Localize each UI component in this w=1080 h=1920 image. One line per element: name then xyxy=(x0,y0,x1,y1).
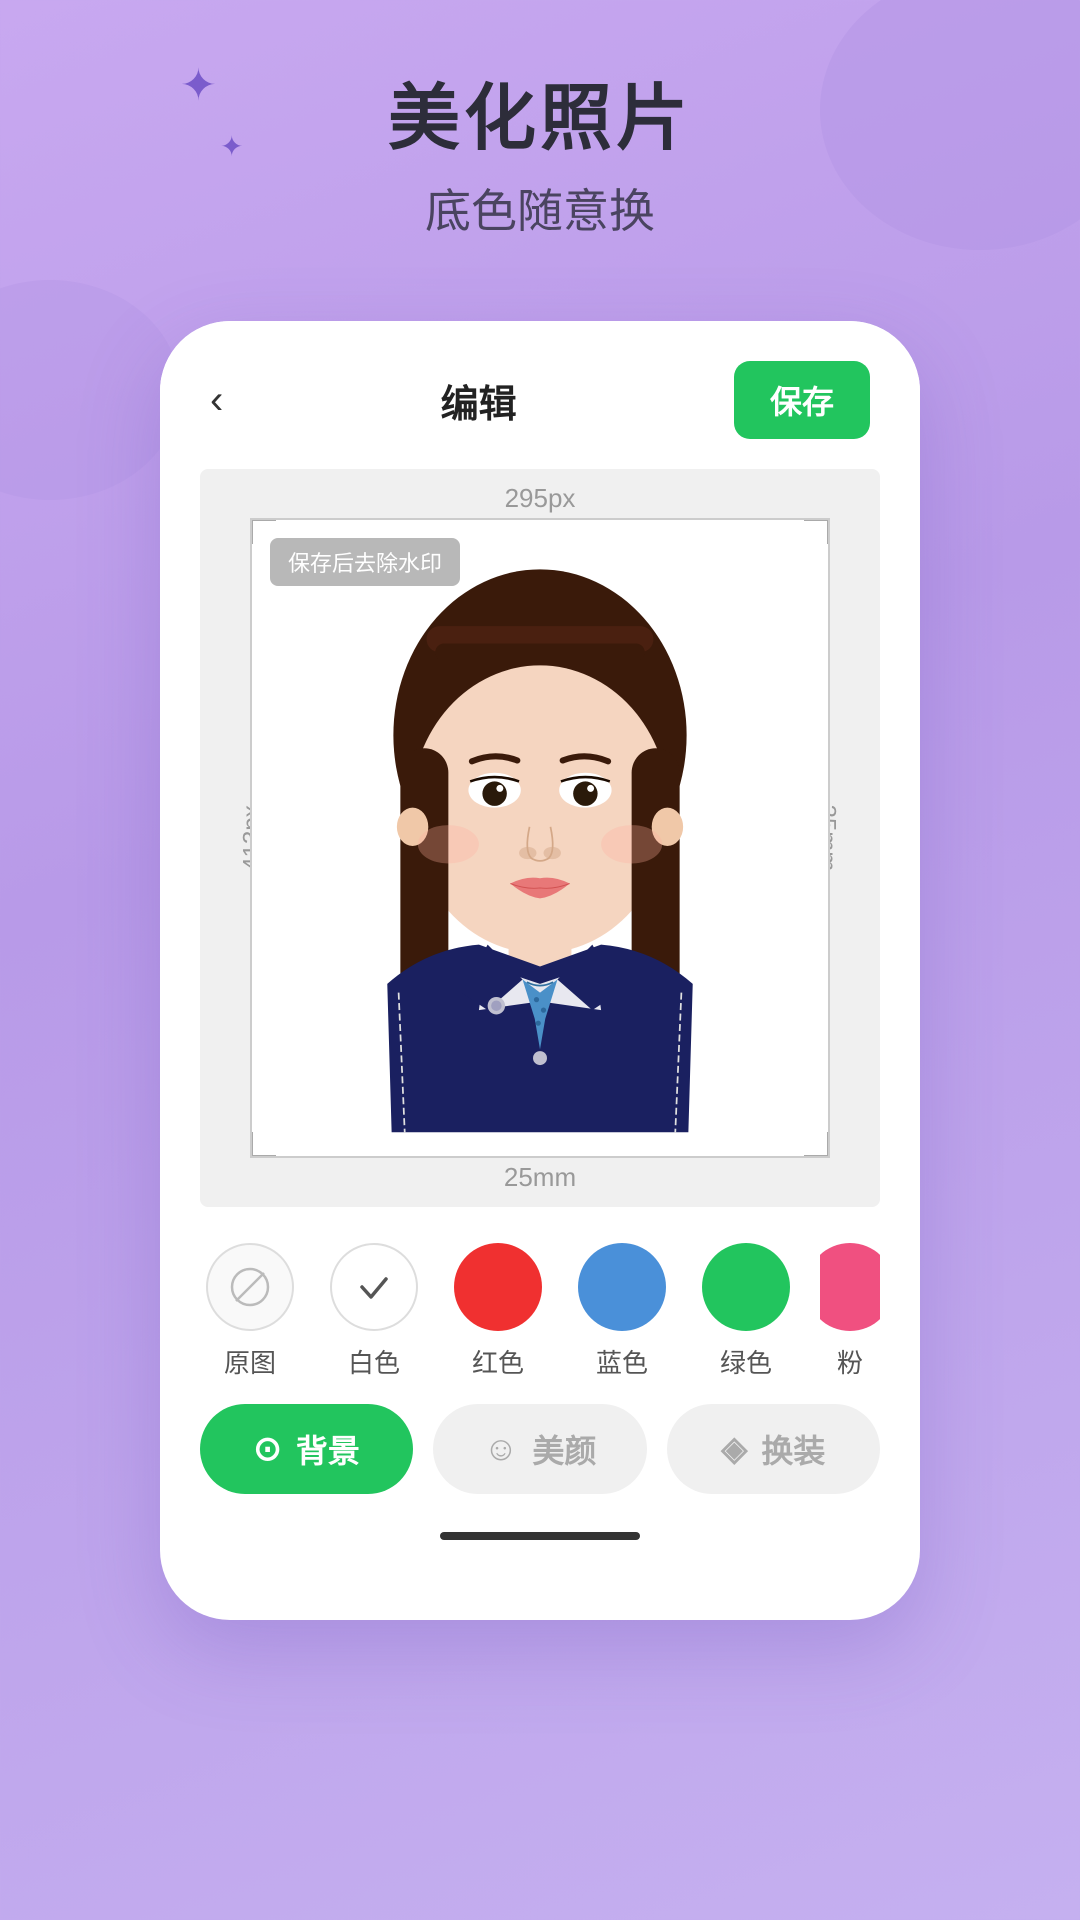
header-section: ✦ ✦ 美化照片 底色随意换 xyxy=(0,0,1080,241)
color-circle-original[interactable] xyxy=(206,1243,294,1331)
tab-beauty[interactable]: ☺ 美颜 xyxy=(433,1404,646,1494)
tab-outfit[interactable]: ◈ 换装 xyxy=(667,1404,880,1494)
dim-top-label: 295px xyxy=(200,469,880,518)
sparkle-icon-1: ✦ xyxy=(180,60,217,111)
color-options-row: 原图 白色 红色 蓝色 xyxy=(200,1243,880,1380)
color-circle-pink[interactable] xyxy=(820,1243,880,1331)
color-circle-white[interactable] xyxy=(330,1243,418,1331)
tab-background[interactable]: ⊙ 背景 xyxy=(200,1404,413,1494)
color-label-blue: 蓝色 xyxy=(596,1343,648,1380)
page-subtitle: 底色随意换 xyxy=(0,175,1080,241)
color-option-red[interactable]: 红色 xyxy=(448,1243,548,1380)
color-options-section: 原图 白色 红色 蓝色 xyxy=(160,1207,920,1404)
tab-background-label: 背景 xyxy=(296,1426,360,1472)
dim-bottom-label: 25mm xyxy=(200,1158,880,1207)
corner-tr xyxy=(804,518,830,544)
photo-canvas: 295px 413px 35mm 保存后去除水印 xyxy=(200,469,880,1207)
color-label-red: 红色 xyxy=(472,1343,524,1380)
corner-bl xyxy=(250,1132,276,1158)
check-icon xyxy=(354,1267,394,1307)
color-label-original: 原图 xyxy=(224,1343,276,1380)
bg-blob-mid-left xyxy=(0,280,180,500)
color-option-blue[interactable]: 蓝色 xyxy=(572,1243,672,1380)
person-svg xyxy=(252,550,828,1156)
tab-beauty-label: 美颜 xyxy=(532,1426,596,1472)
topbar-title: 编辑 xyxy=(441,373,517,428)
photo-frame: 保存后去除水印 xyxy=(250,518,830,1158)
page-title: 美化照片 xyxy=(0,80,1080,159)
photo-frame-outer: 413px 35mm 保存后去除水印 xyxy=(250,518,830,1158)
color-label-white: 白色 xyxy=(348,1343,400,1380)
back-button[interactable]: ‹ xyxy=(210,378,223,423)
color-option-pink[interactable]: 粉 xyxy=(820,1243,880,1380)
bottom-tabs: ⊙ 背景 ☺ 美颜 ◈ 换装 xyxy=(160,1404,920,1514)
color-option-original[interactable]: 原图 xyxy=(200,1243,300,1380)
color-option-white[interactable]: 白色 xyxy=(324,1243,424,1380)
outfit-tab-icon: ◈ xyxy=(721,1429,747,1469)
person-photo xyxy=(252,520,828,1156)
color-label-pink: 粉 xyxy=(837,1343,863,1380)
save-button[interactable]: 保存 xyxy=(734,361,870,439)
phone-home-indicator xyxy=(440,1532,640,1540)
phone-mockup: ‹ 编辑 保存 295px 413px 35mm 保存后去除水印 xyxy=(160,321,920,1620)
phone-topbar: ‹ 编辑 保存 xyxy=(160,321,920,459)
tab-outfit-label: 换装 xyxy=(761,1426,825,1472)
background-tab-icon: ⊙ xyxy=(253,1429,282,1469)
color-circle-blue[interactable] xyxy=(578,1243,666,1331)
color-circle-red[interactable] xyxy=(454,1243,542,1331)
watermark-badge: 保存后去除水印 xyxy=(270,538,460,586)
beauty-tab-icon: ☺ xyxy=(484,1430,519,1469)
circle-slash-icon xyxy=(228,1265,272,1309)
color-circle-green[interactable] xyxy=(702,1243,790,1331)
color-label-green: 绿色 xyxy=(720,1343,772,1380)
sparkle-icon-2: ✦ xyxy=(220,130,243,163)
color-option-green[interactable]: 绿色 xyxy=(696,1243,796,1380)
corner-br xyxy=(804,1132,830,1158)
